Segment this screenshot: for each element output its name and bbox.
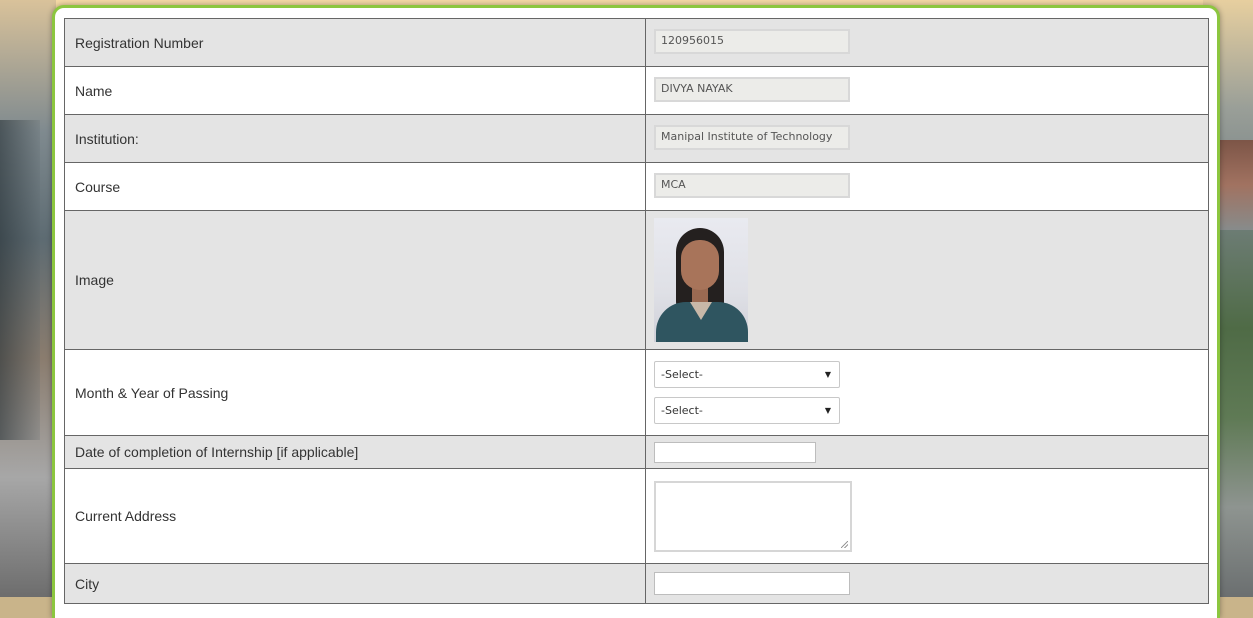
row-institution: Institution: Manipal Institute of Techno…	[64, 114, 1209, 163]
name-field[interactable]: DIVYA NAYAK	[654, 76, 850, 102]
form-container: Registration Number 120956015 Name DIVYA…	[64, 18, 1210, 604]
course-label: Course	[64, 162, 646, 211]
row-city: City	[64, 563, 1209, 604]
name-label: Name	[64, 66, 646, 115]
month-year-passing-cell: -Select- ▼ -Select- ▼	[645, 349, 1209, 436]
institution-label: Institution:	[64, 114, 646, 163]
row-registration-number: Registration Number 120956015	[64, 18, 1209, 67]
registration-number-cell: 120956015	[645, 18, 1209, 67]
student-photo	[654, 218, 748, 342]
background-left-shade	[0, 120, 40, 440]
row-internship-date: Date of completion of Internship [if app…	[64, 435, 1209, 469]
city-label: City	[64, 563, 646, 604]
registration-number-label: Registration Number	[64, 18, 646, 67]
city-input[interactable]	[654, 572, 850, 595]
month-year-passing-label: Month & Year of Passing	[64, 349, 646, 436]
caret-down-icon: ▼	[824, 406, 831, 415]
row-course: Course MCA	[64, 162, 1209, 211]
year-passing-select[interactable]: -Select- ▼	[654, 397, 840, 424]
name-cell: DIVYA NAYAK	[645, 66, 1209, 115]
resize-grip-icon[interactable]	[841, 540, 848, 548]
registration-form-table: Registration Number 120956015 Name DIVYA…	[64, 18, 1209, 604]
row-current-address: Current Address	[64, 468, 1209, 564]
row-month-year-passing: Month & Year of Passing -Select- ▼ -Sele…	[64, 349, 1209, 436]
row-name: Name DIVYA NAYAK	[64, 66, 1209, 115]
year-passing-selected: -Select-	[661, 404, 703, 417]
month-passing-selected: -Select-	[661, 368, 703, 381]
city-cell	[645, 563, 1209, 604]
institution-field[interactable]: Manipal Institute of Technology	[654, 124, 850, 150]
image-label: Image	[64, 210, 646, 350]
row-image: Image	[64, 210, 1209, 350]
course-cell: MCA	[645, 162, 1209, 211]
institution-cell: Manipal Institute of Technology	[645, 114, 1209, 163]
current-address-label: Current Address	[64, 468, 646, 564]
course-field[interactable]: MCA	[654, 172, 850, 198]
internship-date-cell	[645, 435, 1209, 469]
current-address-textarea[interactable]	[654, 480, 852, 552]
month-passing-select[interactable]: -Select- ▼	[654, 361, 840, 388]
internship-date-input[interactable]	[654, 441, 816, 463]
internship-date-label: Date of completion of Internship [if app…	[64, 435, 646, 469]
current-address-cell	[645, 468, 1209, 564]
form-panel: Registration Number 120956015 Name DIVYA…	[52, 5, 1220, 618]
image-cell	[645, 210, 1209, 350]
registration-number-field[interactable]: 120956015	[654, 28, 850, 54]
caret-down-icon: ▼	[824, 370, 831, 379]
